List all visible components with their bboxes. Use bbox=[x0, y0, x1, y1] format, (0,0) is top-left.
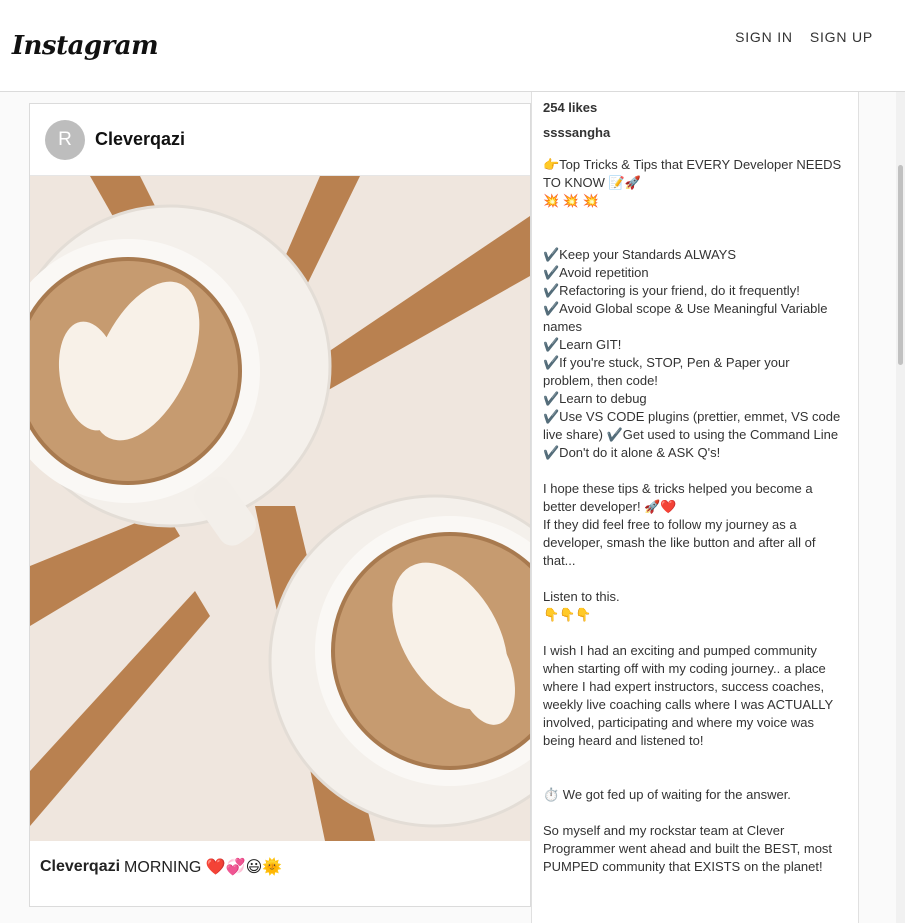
scrollbar-thumb[interactable] bbox=[898, 165, 903, 365]
post-caption: Cleverqazi MORNING ❤️💞😃🌞 bbox=[30, 841, 530, 877]
coffee-latte-photo[interactable] bbox=[30, 176, 530, 841]
post-username[interactable]: Cleverqazi bbox=[95, 129, 185, 150]
instagram-logo[interactable]: Instagram bbox=[12, 22, 159, 70]
caption-text: MORNING ❤️💞😃🌞 bbox=[124, 859, 283, 876]
sign-up-button[interactable]: SIGN UP bbox=[810, 29, 873, 45]
top-header: Instagram SIGN IN SIGN UP bbox=[0, 0, 905, 92]
caption-username[interactable]: Cleverqazi bbox=[40, 858, 120, 876]
post-description: 👉Top Tricks & Tips that EVERY Developer … bbox=[543, 157, 842, 874]
sign-in-button[interactable]: SIGN IN bbox=[735, 29, 793, 45]
avatar[interactable]: R bbox=[45, 119, 85, 160]
auth-nav: SIGN IN SIGN UP bbox=[735, 29, 873, 45]
post-details-panel: 254 likes ssssangha 👉Top Tricks & Tips t… bbox=[531, 92, 859, 923]
post-header: R Cleverqazi bbox=[30, 104, 530, 176]
post-card: R Cleverqazi Cleverqazi MORNING ❤️💞� bbox=[29, 103, 531, 907]
description-author[interactable]: ssssangha bbox=[543, 125, 858, 140]
likes-count: 254 likes bbox=[543, 100, 598, 115]
